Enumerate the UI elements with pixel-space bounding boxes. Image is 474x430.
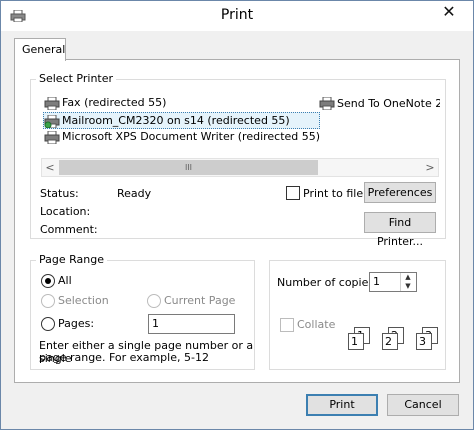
- number-of-copies-label: Number of copies:: [277, 276, 378, 289]
- collate-label[interactable]: Collate: [297, 318, 335, 331]
- tab-general-label: General: [22, 43, 66, 56]
- cancel-button[interactable]: Cancel: [387, 394, 459, 416]
- collate-page: 3: [416, 333, 432, 350]
- printer-item-onenote[interactable]: Send To OneNote 2: [319, 95, 440, 110]
- printer-name: Fax (redirected 55): [62, 96, 167, 109]
- spin-up-icon[interactable]: ▲: [400, 273, 415, 282]
- print-dialog: Print ✕ General Select Printer Fax (redi…: [0, 0, 474, 430]
- printer-item-mailroom[interactable]: Mailroom_CM2320 on s14 (redirected 55): [43, 112, 320, 129]
- page-range-help-line2: page range. For example, 5-12: [39, 351, 209, 364]
- print-button[interactable]: Print: [306, 394, 378, 416]
- printer-name: Microsoft XPS Document Writer (redirecte…: [62, 130, 321, 143]
- collate-page: 1: [348, 333, 364, 350]
- printer-name: Mailroom_CM2320 on s14 (redirected 55): [62, 114, 290, 127]
- network-printer-icon: [44, 114, 60, 128]
- select-printer-group: Select Printer Fax (redirected 55) Send …: [30, 72, 446, 248]
- find-printer-button[interactable]: Find Printer...: [364, 212, 436, 248]
- page-range-group: Page Range All Selection Current Page Pa…: [30, 253, 255, 370]
- collate-checkbox[interactable]: [280, 318, 294, 332]
- close-icon: ✕: [442, 2, 456, 21]
- print-to-file-checkbox[interactable]: [286, 186, 300, 200]
- status-label: Status:: [40, 187, 79, 200]
- collate-page: 2: [382, 333, 398, 350]
- collate-illustration: 1 1 2 2 3 3: [344, 321, 444, 355]
- pages-radio-label[interactable]: Pages:: [58, 317, 94, 330]
- status-value: Ready: [117, 187, 152, 200]
- all-radio[interactable]: [41, 274, 55, 288]
- page-range-legend: Page Range: [36, 253, 107, 266]
- preferences-button[interactable]: Preferences: [364, 182, 436, 203]
- copies-value: 1: [373, 275, 380, 288]
- printer-icon: [319, 96, 335, 110]
- scroll-left-icon[interactable]: <: [42, 159, 58, 176]
- pages-radio[interactable]: [41, 317, 55, 331]
- scroll-right-icon[interactable]: >: [422, 159, 438, 176]
- print-to-file-label[interactable]: Print to file: [303, 187, 363, 200]
- close-button[interactable]: ✕: [434, 1, 464, 23]
- copies-group: Number of copies: 1 ▲ ▼ Collate 1 1 2 2 …: [269, 260, 446, 370]
- printer-item-fax[interactable]: Fax (redirected 55): [44, 95, 166, 110]
- selection-radio-label[interactable]: Selection: [58, 294, 109, 307]
- select-printer-legend: Select Printer: [36, 72, 117, 85]
- tab-general[interactable]: General: [14, 38, 66, 61]
- general-panel: Select Printer Fax (redirected 55) Send …: [14, 59, 460, 383]
- title-bar: Print ✕: [1, 1, 473, 31]
- comment-label: Comment:: [40, 223, 98, 236]
- spin-down-icon[interactable]: ▼: [400, 282, 415, 291]
- printer-name: Send To OneNote 2: [337, 96, 440, 110]
- printer-icon: [44, 96, 60, 110]
- printer-icon: [44, 130, 60, 144]
- pages-input[interactable]: 1: [148, 314, 235, 334]
- printer-list-scrollbar[interactable]: < III >: [41, 158, 439, 177]
- printer-item-xps[interactable]: Microsoft XPS Document Writer (redirecte…: [44, 129, 320, 144]
- scroll-thumb[interactable]: III: [59, 160, 318, 175]
- current-page-radio-label[interactable]: Current Page: [164, 294, 235, 307]
- current-page-radio[interactable]: [147, 294, 161, 308]
- window-title: Print: [220, 7, 254, 23]
- all-radio-label[interactable]: All: [58, 274, 72, 287]
- location-label: Location:: [40, 205, 91, 218]
- selection-radio[interactable]: [41, 294, 55, 308]
